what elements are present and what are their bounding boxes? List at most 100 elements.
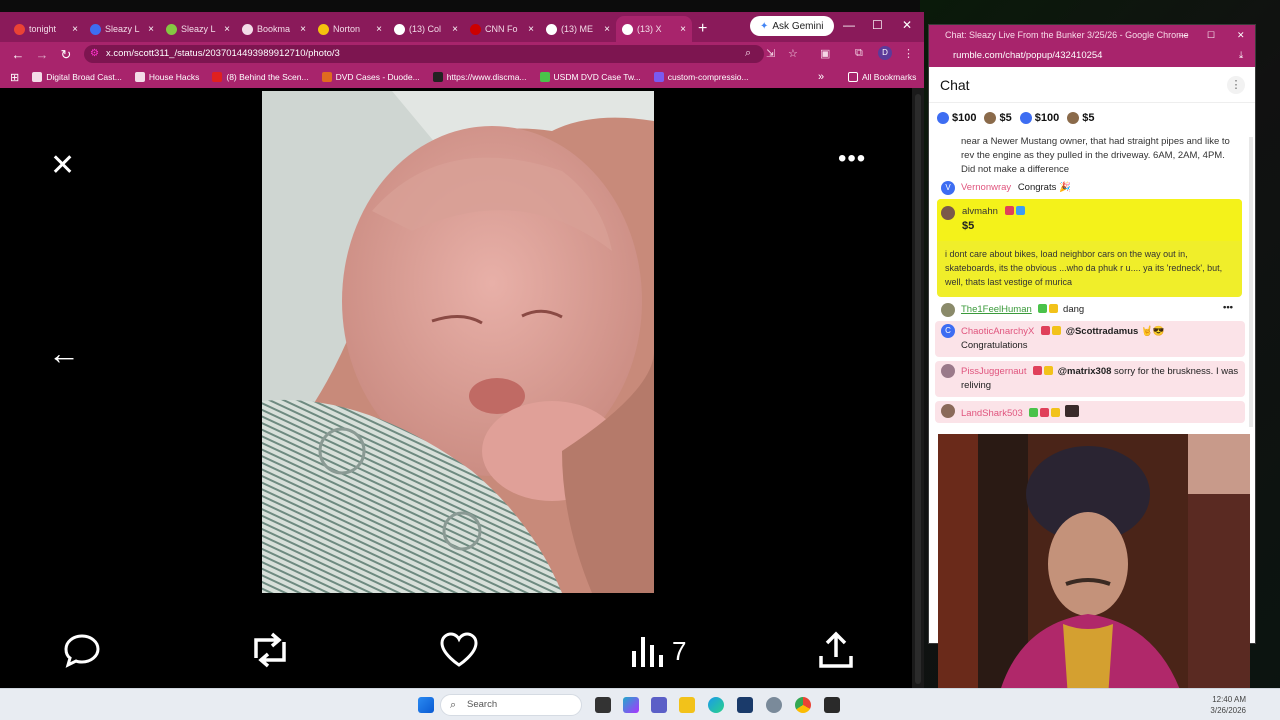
bookmark-item[interactable]: House Hacks (134, 72, 199, 82)
chat-username[interactable]: ChaoticAnarchyX (961, 326, 1034, 337)
browser-tab[interactable]: Bookma × (236, 16, 312, 42)
rumble-play-icon (166, 23, 177, 35)
task-view-icon[interactable] (595, 697, 611, 713)
bookmark-item[interactable]: DVD Cases - Duode... (321, 72, 420, 82)
chat-header: Chat ⋮ (929, 67, 1255, 103)
maximize-icon[interactable]: ☐ (1207, 25, 1215, 45)
chrome-icon[interactable] (795, 697, 811, 713)
all-bookmarks-button[interactable]: All Bookmarks (848, 72, 916, 82)
apps-grid-icon[interactable]: ⊞ (10, 71, 19, 84)
install-icon[interactable]: ⇲ (766, 47, 775, 60)
chat-username[interactable]: alvmahn (962, 206, 998, 217)
browser-tab[interactable]: Sleazy L × (160, 16, 236, 42)
bookmark-label: https://www.discma... (446, 72, 527, 82)
menu-kebab-icon[interactable]: ⋮ (903, 47, 914, 60)
close-tab-icon[interactable]: × (376, 24, 382, 35)
views-button[interactable]: 7 (630, 633, 686, 669)
chat-message: The1FeelHuman dang ••• (929, 301, 1255, 319)
ask-gemini-button[interactable]: ✦ Ask Gemini (750, 16, 834, 36)
browser-tab[interactable]: CNN Fo × (464, 16, 540, 42)
chat-message: V Vernonwray Congrats 🎉 (929, 181, 1255, 197)
close-photo-icon[interactable]: ✕ (50, 148, 75, 183)
rumble-r-icon (90, 23, 101, 35)
rant-chip[interactable]: $100 (1019, 112, 1059, 124)
bookmark-item[interactable]: (8) Behind the Scen... (212, 72, 309, 82)
chat-url-bar[interactable]: rumble.com/chat/popup/432410254 ⤓ (929, 45, 1255, 67)
tab-label: (13) X (637, 24, 662, 34)
message-options-icon[interactable]: ••• (1223, 301, 1233, 315)
share-upload-icon[interactable] (816, 630, 856, 675)
chat-username[interactable]: Vernonwray (961, 182, 1011, 193)
bookmark-label: DVD Cases - Duode... (335, 72, 420, 82)
file-explorer-icon[interactable] (679, 697, 695, 713)
profile-avatar[interactable]: D (878, 46, 892, 60)
previous-photo-icon[interactable]: ← (48, 335, 80, 372)
close-tab-icon[interactable]: × (72, 24, 78, 35)
chat-username[interactable]: LandShark503 (961, 408, 1023, 419)
close-tab-icon[interactable]: × (224, 24, 230, 35)
browser-tab[interactable]: Sleazy L × (84, 16, 160, 42)
close-tab-icon[interactable]: × (680, 24, 686, 35)
rant-chip[interactable]: $5 (984, 112, 1012, 124)
copilot-icon[interactable] (623, 697, 639, 713)
bookmark-item[interactable]: custom-compressio... (653, 72, 749, 82)
more-options-icon[interactable]: ••• (838, 145, 866, 173)
teams-icon[interactable] (651, 697, 667, 713)
reply-icon[interactable] (62, 630, 102, 675)
settings-gear-icon[interactable] (766, 697, 782, 713)
photo-viewer: ✕ ••• ← 7 (0, 88, 912, 688)
bookmark-star-icon[interactable]: ☆ (788, 47, 798, 60)
chat-username[interactable]: The1FeelHuman (961, 304, 1032, 315)
close-tab-icon[interactable]: × (528, 24, 534, 35)
close-tab-icon[interactable]: × (452, 24, 458, 35)
bookmark-item[interactable]: Digital Broad Cast... (32, 72, 122, 82)
reload-icon[interactable]: ↻ (54, 47, 78, 63)
browser-tab[interactable]: tonight × (8, 16, 84, 42)
close-tab-icon[interactable]: × (148, 24, 154, 35)
like-heart-icon[interactable] (438, 630, 480, 675)
chat-menu-icon[interactable]: ⋮ (1227, 76, 1245, 94)
close-tab-icon[interactable]: × (300, 24, 306, 35)
user-avatar (941, 303, 955, 317)
message-mention[interactable]: @Scottradamus (1066, 326, 1139, 337)
message-mention[interactable]: @matrix308 (1058, 366, 1112, 377)
close-window-icon[interactable]: ✕ (902, 18, 912, 32)
taskbar-search-field[interactable]: ⌕ Search (440, 694, 582, 716)
baby-photo[interactable] (262, 91, 654, 593)
chat-username[interactable]: PissJuggernaut (961, 366, 1026, 377)
download-icon[interactable]: ⤓ (1239, 45, 1243, 67)
edge-icon[interactable] (708, 697, 724, 713)
obs-icon[interactable] (824, 697, 840, 713)
url-field[interactable]: ⚙ x.com/scott311_/status/203701449398991… (84, 45, 764, 63)
premium-badge (1049, 304, 1059, 313)
close-tab-icon[interactable]: × (604, 24, 610, 35)
site-info-icon[interactable]: ⚙ (90, 45, 99, 63)
zoom-icon[interactable]: ⌕ (745, 47, 751, 60)
close-window-icon[interactable]: ✕ (1237, 25, 1245, 45)
rant-chip[interactable]: $100 (937, 112, 976, 124)
browser-tab[interactable]: (13) Col × (388, 16, 464, 42)
windows-start-icon[interactable] (418, 697, 434, 713)
bookmark-item[interactable]: USDM DVD Case Tw... (539, 72, 641, 82)
page-scrollbar[interactable] (912, 88, 924, 688)
premium-badge (1044, 366, 1054, 375)
extensions-icon[interactable]: ⧉ (855, 47, 863, 60)
new-tab-button[interactable]: + (698, 20, 707, 38)
minimize-icon[interactable]: — (1179, 25, 1188, 45)
supporter-badge (1033, 366, 1043, 375)
browser-tab[interactable]: (13) X × (616, 16, 692, 42)
back-icon[interactable]: ← (6, 47, 30, 62)
more-bookmarks-button[interactable]: » (818, 71, 824, 83)
tab-search-icon[interactable]: ▣ (820, 47, 830, 60)
chat-scrollbar[interactable] (1249, 137, 1253, 427)
repost-icon[interactable] (248, 630, 292, 675)
minimize-icon[interactable]: — (843, 18, 855, 32)
browser-tab[interactable]: (13) ME × (540, 16, 616, 42)
rant-chip[interactable]: $5 (1067, 112, 1094, 124)
forward-icon[interactable]: → (30, 47, 54, 62)
maximize-icon[interactable]: ☐ (872, 18, 883, 32)
bookmark-label: custom-compressio... (667, 72, 749, 82)
store-icon[interactable] (737, 697, 753, 713)
browser-tab[interactable]: Norton × (312, 16, 388, 42)
bookmark-item[interactable]: https://www.discma... (432, 72, 527, 82)
